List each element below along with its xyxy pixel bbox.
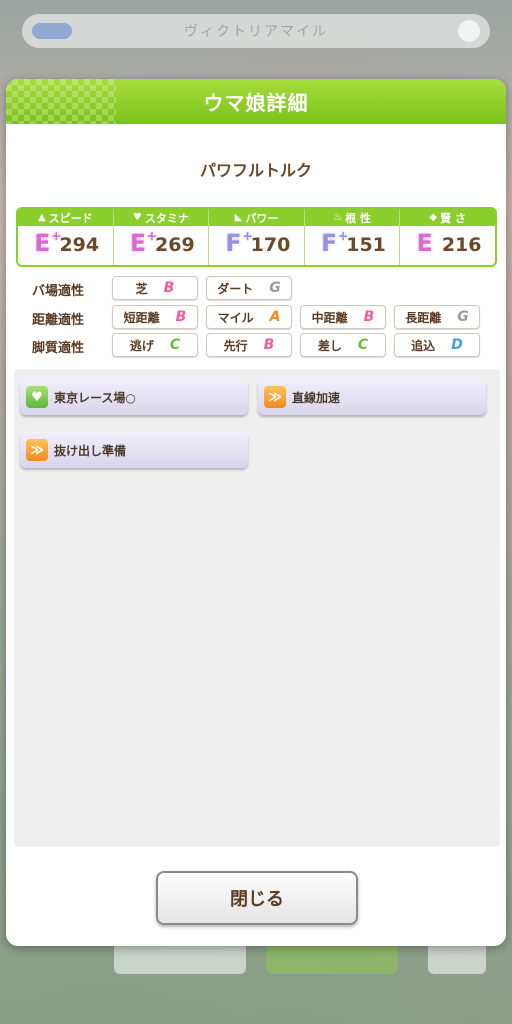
aptitude-mile: マイル A bbox=[206, 305, 292, 329]
aptitude-end-closer: 追込 D bbox=[394, 333, 480, 357]
flame-icon: ♨ bbox=[333, 212, 343, 223]
skill-item[interactable]: ≫ 抜け出し準備 bbox=[20, 432, 248, 468]
speed-skill-icon: ≫ bbox=[26, 439, 48, 461]
stat-power: ◣ パワー F + 170 bbox=[209, 209, 305, 265]
aptitude-pace-chaser: 先行 B bbox=[206, 333, 292, 357]
background-search-text: ヴィクトリアマイル bbox=[184, 24, 328, 40]
stat-grade: F + bbox=[225, 229, 253, 257]
skill-item[interactable]: ♥ 東京レース場○ bbox=[20, 379, 248, 415]
uma-name: パワフルトルク bbox=[199, 161, 312, 180]
skill-name: 抜け出し準備 bbox=[54, 443, 127, 458]
aptitude-row-distance: 距離適性 短距離 B マイル A 中距離 B 長距離 G bbox=[6, 305, 506, 329]
stat-value: 269 bbox=[155, 233, 195, 256]
stat-grade: E + bbox=[130, 229, 158, 257]
uma-detail-dialog: ウマ娘詳細 パワフルトルク ▲ スピード E + 294 ♥ スタミナ E + 269 … bbox=[6, 79, 506, 946]
dialog-title: ウマ娘詳細 bbox=[203, 91, 309, 115]
background-help-icon bbox=[458, 20, 480, 42]
stat-value: 216 bbox=[441, 233, 482, 256]
aptitude-front-runner: 逃げ C bbox=[112, 333, 198, 357]
graduation-cap-icon: ◆ bbox=[429, 212, 438, 223]
stat-grade: E + bbox=[34, 229, 62, 257]
heart-skill-icon: ♥ bbox=[26, 386, 48, 408]
stat-label: スピード bbox=[48, 211, 93, 225]
stat-value: 294 bbox=[59, 233, 100, 256]
muscle-icon: ◣ bbox=[234, 212, 243, 223]
stat-grade: F + bbox=[321, 229, 349, 257]
skills-area: ♥ 東京レース場○ ≫ 直線加速 ≫ 抜け出し準備 bbox=[14, 369, 500, 847]
speed-skill-icon: ≫ bbox=[264, 386, 286, 408]
stat-stamina: ♥ スタミナ E + 269 bbox=[113, 209, 210, 265]
heart-icon: ♥ bbox=[132, 212, 142, 223]
aptitude-turf: 芝B bbox=[112, 276, 198, 300]
stat-value: 170 bbox=[250, 233, 291, 256]
stat-wisdom: ◆ 賢 さ E 216 bbox=[400, 209, 495, 265]
aptitude-late-surger: 差し C bbox=[300, 333, 386, 357]
close-button[interactable]: 閉じる bbox=[156, 871, 358, 925]
stats-panel: ▲ スピード E + 294 ♥ スタミナ E + 269 ◣ パワー F + 170 ♨ 根… bbox=[16, 207, 497, 267]
skill-name: 東京レース場○ bbox=[54, 390, 136, 405]
stat-label: 賢 さ bbox=[440, 211, 466, 225]
aptitude-long: 長距離 G bbox=[394, 305, 480, 329]
dialog-header: ウマ娘詳細 bbox=[6, 79, 506, 124]
aptitude-sprint: 短距離 B bbox=[112, 305, 198, 329]
stat-label: 根 性 bbox=[345, 211, 371, 225]
stat-speed: ▲ スピード E + 294 bbox=[18, 209, 114, 265]
background-pill bbox=[32, 23, 72, 39]
stat-label: パワー bbox=[245, 211, 279, 225]
shoe-icon: ▲ bbox=[37, 212, 46, 223]
aptitude-label: 距離適性 bbox=[32, 313, 85, 328]
background-search-bar: ヴィクトリアマイル bbox=[22, 14, 490, 48]
stat-value: 151 bbox=[346, 233, 386, 256]
stat-grade: E bbox=[416, 231, 433, 257]
skill-item[interactable]: ≫ 直線加速 bbox=[258, 379, 486, 415]
aptitude-medium: 中距離 B bbox=[300, 305, 386, 329]
aptitude-label: バ場適性 bbox=[32, 284, 85, 299]
stat-guts: ♨ 根 性 F + 151 bbox=[304, 209, 401, 265]
aptitude-dirt: ダート G bbox=[206, 276, 292, 300]
header-pattern bbox=[6, 79, 116, 124]
aptitude-row-track: バ場適性 芝B ダート G bbox=[6, 276, 506, 300]
stat-label: スタミナ bbox=[144, 211, 189, 225]
aptitude-label: 脚質適性 bbox=[32, 341, 85, 356]
skill-name: 直線加速 bbox=[292, 390, 341, 405]
aptitude-row-style: 脚質適性 逃げ C 先行 B 差し C 追込 D bbox=[6, 333, 506, 357]
